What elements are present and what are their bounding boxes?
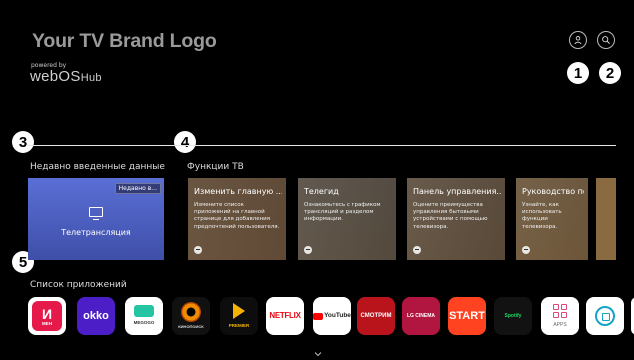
app-ivi[interactable]: И МЕН [28,297,66,335]
app-youtube[interactable]: YouTube [313,297,351,335]
apps-grid-icon [553,303,567,318]
feature-card-desc: Измените список приложений на главной ст… [194,202,280,230]
feature-card-title: Телегид [304,187,339,196]
spotify-logo-text: Spotify [504,313,522,319]
netflix-logo-text: NETFLIX [269,311,301,320]
ivi-sub-text: МЕН [42,320,52,326]
recent-inputs-title: Недавно введенные данные [30,162,165,172]
webos-text: webOS [30,68,81,85]
feature-card-image [596,178,616,260]
smotrim-logo-text: СМОТРИМ [360,313,392,319]
megogo-logo-text: MEGOGO [133,320,155,325]
youtube-play-icon [313,312,324,320]
recent-input-label: Телетрансляция [61,228,131,237]
callout-1: 1 [567,62,589,84]
apps-label: APPS [553,321,567,328]
start-logo-text: START [449,310,485,322]
callout-2: 2 [599,62,621,84]
lg-cinema-logo-text: LG CINEMA [406,313,436,319]
feature-card-partial[interactable] [596,178,616,260]
app-megogo[interactable]: MEGOGO [125,297,163,335]
tv-icon [89,207,103,220]
feature-card-tv-guide[interactable]: Телегид Ознакомьтесь с графиком трансляц… [298,178,396,260]
feature-card-dashboard[interactable]: Панель управления... Оцените преимуществ… [407,178,505,260]
recent-tag: Недавно в... [114,183,161,194]
arrow-right-icon [304,246,312,254]
app-list-title: Список приложений [30,280,127,290]
feature-card-title: Панель управления... [413,187,501,196]
play-icon [233,302,245,319]
okko-logo-text: okko [83,310,109,322]
arrow-right-icon [522,246,530,254]
app-start[interactable]: START [448,297,486,335]
search-icon [602,36,610,44]
callout-4: 4 [174,131,196,153]
arrow-right-icon [413,246,421,254]
feature-card-desc: Узнайте, как использовать функции телеви… [522,202,562,230]
tv-features-title: Функции ТВ [187,162,244,172]
callout-3: 3 [12,131,34,153]
kinopoisk-icon [181,301,201,322]
user-button[interactable] [569,31,587,49]
ivi-logo-text: И [41,305,53,322]
app-kinopoisk[interactable]: КИНОПОИСК [172,297,210,335]
hub-text: Hub [80,72,102,84]
home-dashboard-icon [595,306,615,326]
kinopoisk-logo-text: КИНОПОИСК [178,323,204,329]
premier-logo-text: PREMIER [228,322,250,328]
section-divider [26,145,616,146]
feature-card-edit-home[interactable]: Изменить главную ... Измените список при… [188,178,286,260]
app-home-dashboard[interactable] [586,297,624,335]
app-lg-cinema[interactable]: LG CINEMA [402,297,440,335]
feature-card-desc: Ознакомьтесь с графиком трансляций и раз… [304,202,381,223]
search-button[interactable] [597,31,615,49]
chevron-down-icon[interactable] [314,350,322,358]
app-premier[interactable]: PREMIER [220,297,258,335]
app-netflix[interactable]: NETFLIX [266,297,304,335]
feature-card-title: Руководство польз... [522,187,584,196]
arrow-right-icon [194,246,202,254]
user-icon [574,36,582,45]
youtube-logo-text: YouTube [324,312,351,319]
app-apps[interactable]: APPS [541,297,579,335]
brand-logo: Your TV Brand Logo [32,30,217,52]
webos-hub-logo: webOSHub [30,68,102,85]
app-smotrim[interactable]: СМОТРИМ [357,297,395,335]
feature-card-user-guide[interactable]: Руководство польз... Узнайте, как исполь… [516,178,588,260]
megogo-icon [134,305,154,317]
feature-card-title: Изменить главную ... [194,187,282,196]
app-okko[interactable]: okko [77,297,115,335]
feature-card-desc: Оцените преимущества управления бытовыми… [413,202,488,230]
recent-input-card[interactable]: Недавно в... Телетрансляция [28,178,164,260]
app-spotify[interactable]: Spotify [494,297,532,335]
